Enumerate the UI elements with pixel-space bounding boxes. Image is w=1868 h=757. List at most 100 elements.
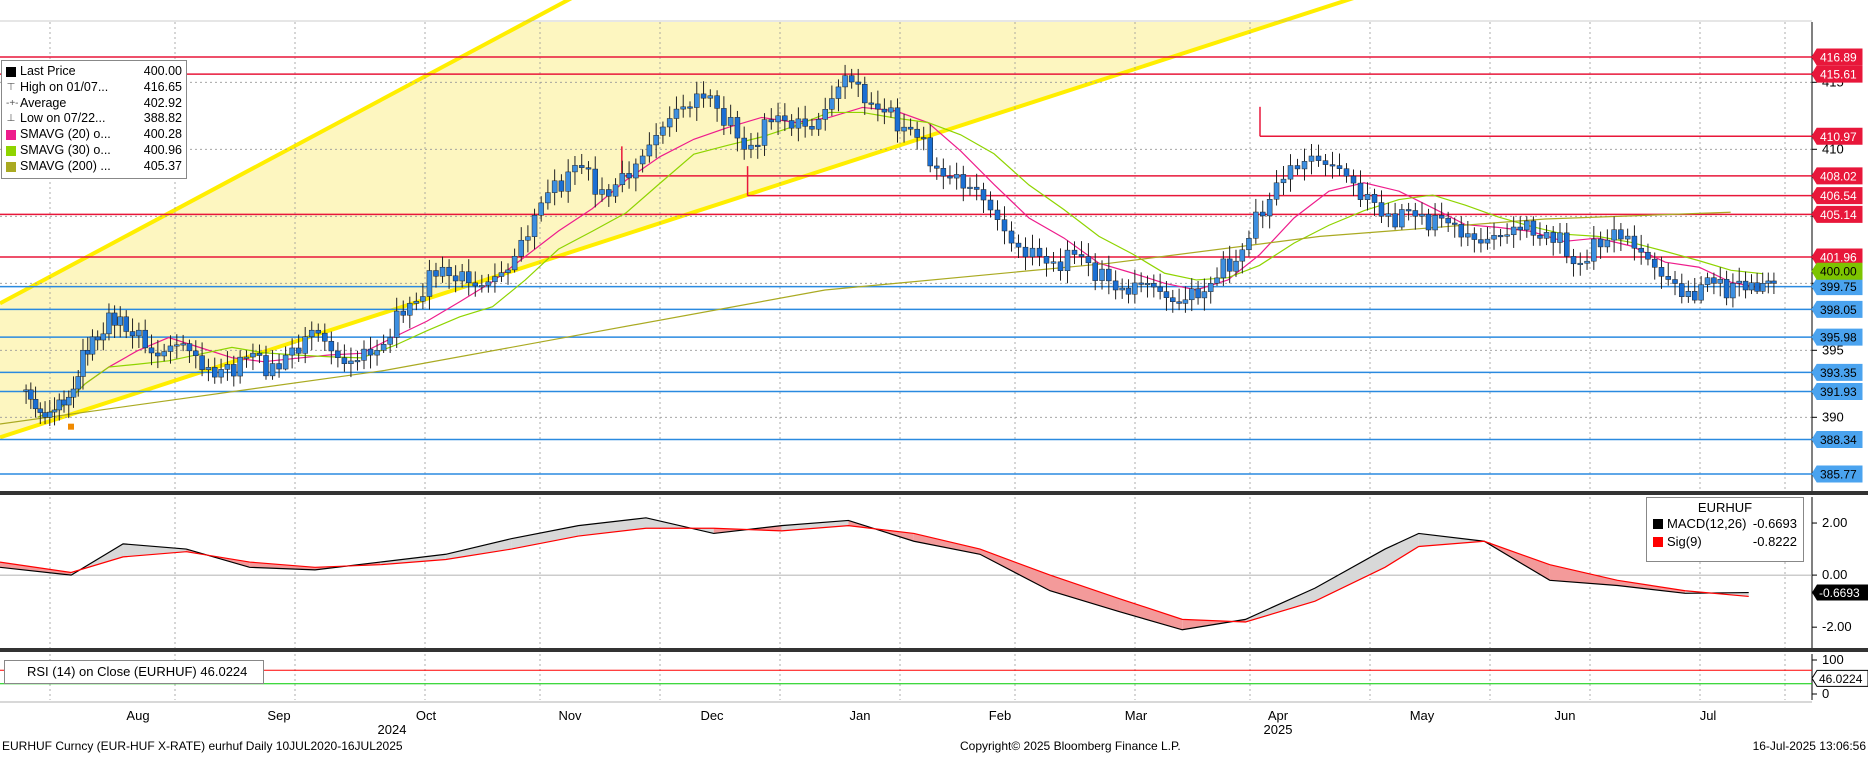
- candle-body: [269, 363, 276, 377]
- legend-label: Low on 07/22...: [20, 111, 106, 126]
- candle-body: [1412, 210, 1419, 217]
- candle-body: [1287, 165, 1294, 180]
- candle-body: [888, 107, 894, 113]
- macd-swatch: [1653, 519, 1663, 529]
- support-tag-text: 385.77: [1820, 467, 1857, 481]
- resistance-tag: 401.96: [1811, 248, 1863, 266]
- candle-body: [1226, 258, 1233, 272]
- candle-body: [361, 348, 367, 361]
- candle-body: [1399, 209, 1405, 228]
- macd-fill: [1385, 533, 1419, 568]
- candle-body: [914, 128, 920, 138]
- legend-label: High on 01/07...: [20, 79, 109, 94]
- candle-body: [42, 412, 48, 418]
- candle-body: [452, 275, 459, 282]
- candle-body: [1138, 282, 1144, 285]
- macd-tick-label: -2.00: [1822, 619, 1852, 634]
- candle-body: [1658, 267, 1665, 277]
- candle-body: [1638, 247, 1644, 253]
- candle-body: [505, 269, 511, 273]
- candle-body: [400, 310, 406, 316]
- candle-body: [1099, 268, 1105, 281]
- candle-body: [1078, 254, 1085, 257]
- support-tag: 388.34: [1811, 431, 1863, 449]
- candle-body: [1491, 235, 1497, 240]
- candle-body: [1378, 202, 1385, 217]
- panel-separator: [0, 491, 1868, 495]
- resistance-tag-text: 410.97: [1820, 130, 1857, 144]
- candle-body: [1157, 286, 1163, 292]
- candle-body: [367, 348, 374, 356]
- candle-body: [1220, 258, 1227, 279]
- candle-body: [1195, 288, 1201, 299]
- high-marker-icon: ⊤: [6, 81, 16, 93]
- price-axis: 415410405400395390416.89415.61410.97408.…: [1811, 22, 1863, 491]
- candle-body: [1723, 279, 1730, 299]
- candle-body: [1458, 224, 1465, 238]
- candle-body: [967, 186, 973, 189]
- candle-body: [1537, 235, 1543, 239]
- candle-body: [1308, 155, 1315, 162]
- candle-body: [511, 255, 518, 271]
- candle-body: [741, 137, 747, 150]
- candle-body: [129, 331, 136, 337]
- panel-separator: [0, 648, 1868, 652]
- candle-body: [1266, 199, 1273, 217]
- average-marker-icon: -+-: [6, 97, 19, 109]
- candle-body: [1604, 239, 1611, 248]
- chart-canvas: 415410405400395390416.89415.61410.97408.…: [0, 0, 1868, 737]
- candle-body: [1497, 235, 1504, 238]
- candle-body: [1597, 238, 1604, 248]
- candle-body: [479, 285, 485, 288]
- candle-body: [80, 350, 86, 377]
- candle-body: [472, 282, 479, 287]
- candle-body: [94, 336, 101, 341]
- candle-body: [117, 316, 123, 326]
- candle-body: [901, 126, 907, 132]
- candle-body: [1182, 299, 1189, 304]
- macd-line: [0, 517, 1749, 631]
- macd-fill: [578, 517, 646, 537]
- candle-body: [328, 340, 335, 352]
- signal-line: [0, 525, 1749, 623]
- candle-body: [341, 357, 348, 364]
- support-tag: 398.05: [1811, 300, 1863, 318]
- candle-body: [518, 239, 525, 257]
- legend-value: 416.65: [143, 79, 182, 94]
- legend-value: 400.28: [143, 127, 182, 142]
- candle-body: [1050, 261, 1057, 264]
- candle-body: [842, 75, 848, 88]
- candle-body: [426, 270, 433, 297]
- candle-body: [123, 316, 129, 332]
- legend-value: 388.82: [143, 111, 182, 126]
- signal-legend-row: Sig(9) -0.8222: [1653, 533, 1797, 551]
- candle-body: [167, 345, 174, 352]
- last-price-tag: 400.00: [1811, 262, 1863, 280]
- macd-label: MACD(12,26): [1667, 516, 1747, 531]
- candle-body: [1445, 217, 1451, 224]
- resistance-tag: 408.02: [1811, 167, 1863, 185]
- month-label: May: [1410, 708, 1435, 723]
- candle-body: [1170, 297, 1176, 302]
- candle-body: [1253, 211, 1259, 239]
- candle-body: [795, 118, 802, 129]
- support-tag: 391.93: [1811, 382, 1863, 400]
- candle-body: [465, 271, 472, 284]
- candle-body: [815, 119, 822, 130]
- candle-body: [1001, 219, 1008, 232]
- candle-body: [1357, 182, 1364, 200]
- candle-body: [754, 144, 761, 147]
- candle-body: [32, 399, 39, 410]
- candle-body: [1759, 283, 1766, 292]
- candle-body: [315, 329, 322, 334]
- candle-body: [809, 126, 815, 130]
- candle-body: [639, 155, 646, 165]
- candle-body: [551, 180, 558, 193]
- signal-label: Sig(9): [1667, 534, 1702, 549]
- candle-body: [70, 388, 77, 398]
- candle-body: [1748, 282, 1755, 291]
- candle-body: [727, 117, 734, 126]
- candle-body: [1392, 213, 1398, 228]
- candle-body: [835, 86, 842, 99]
- candle-body: [1584, 260, 1590, 264]
